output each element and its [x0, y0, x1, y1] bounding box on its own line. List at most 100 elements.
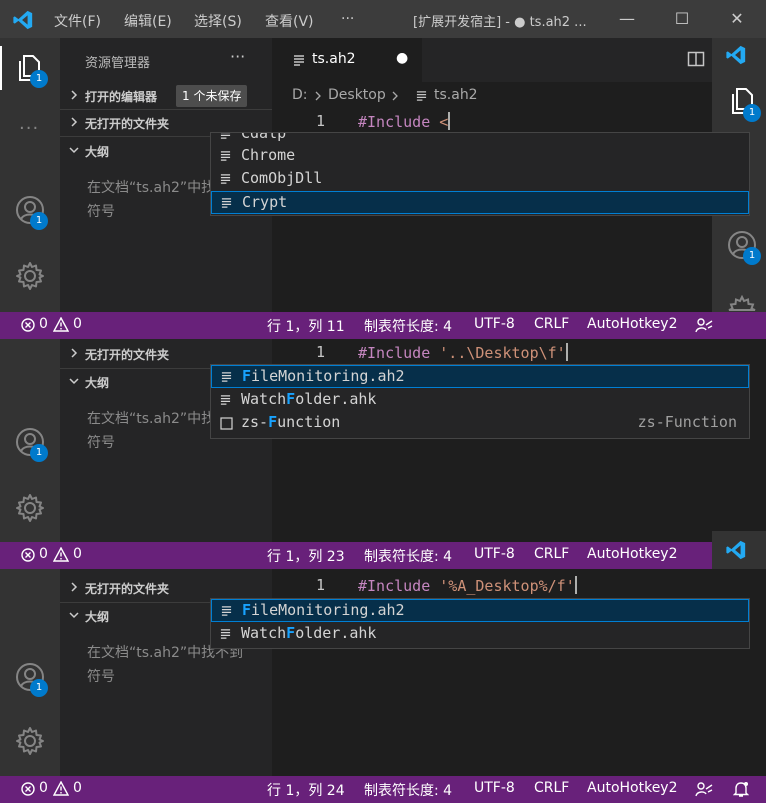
activity-accounts[interactable]: 1 — [0, 420, 60, 464]
activity-bar: 1 ··· 1 — [0, 38, 60, 312]
code-line[interactable]: #Include '..\Desktop\f' — [358, 343, 568, 362]
breadcrumb-drive[interactable]: D: — [292, 87, 308, 103]
suggest-item[interactable]: zs-Function zs-Function — [211, 412, 749, 435]
eol[interactable]: CRLF — [534, 546, 569, 562]
breadcrumb-folder[interactable]: Desktop — [328, 87, 386, 103]
section-open-editors[interactable]: 打开的编辑器 1 个未保存 — [60, 84, 272, 108]
activity-accounts[interactable]: 1 — [0, 655, 60, 699]
activity-settings[interactable] — [0, 719, 60, 763]
line-number: 1 — [316, 343, 326, 361]
suggest-item-selected[interactable]: FileMonitoring.ah2 — [211, 365, 749, 388]
section-label: 无打开的文件夹 — [85, 348, 170, 362]
warning-count[interactable]: 0 — [73, 316, 82, 332]
activity-settings[interactable] — [0, 254, 60, 298]
encoding[interactable]: UTF-8 — [474, 780, 515, 796]
warning-count[interactable]: 0 — [73, 546, 82, 562]
encoding[interactable]: UTF-8 — [474, 546, 515, 562]
error-icon[interactable] — [21, 548, 35, 562]
suggest-item[interactable]: WatchFolder.ahk — [211, 389, 749, 412]
error-count[interactable]: 0 — [39, 780, 48, 796]
cursor-position[interactable]: 行 1，列 11 — [267, 316, 345, 336]
code-line[interactable]: #Include < — [358, 112, 451, 131]
suggest-item[interactable]: WatchFolder.ahk — [211, 623, 749, 646]
tab-size[interactable]: 制表符长度: 4 — [364, 546, 452, 566]
section-label: 无打开的文件夹 — [85, 582, 170, 596]
activity-explorer[interactable]: 1 — [0, 46, 60, 90]
suggest-item-selected[interactable]: Crypt — [211, 191, 749, 214]
cursor-position[interactable]: 行 1，列 23 — [267, 546, 345, 566]
feedback-icon[interactable] — [695, 317, 713, 334]
section-label: 打开的编辑器 — [85, 90, 158, 104]
menu-selection[interactable]: 选择(S) — [194, 11, 242, 31]
file-lines-icon — [294, 55, 304, 66]
warning-icon[interactable] — [53, 781, 69, 796]
status-bar: 0 0 行 1，列 24 制表符长度: 4 UTF-8 CRLF AutoHot… — [0, 776, 766, 803]
feedback-icon[interactable] — [695, 781, 713, 798]
gear-icon[interactable] — [727, 295, 757, 312]
activity-settings[interactable] — [0, 486, 60, 530]
file-lines-icon — [416, 91, 427, 101]
menu-view[interactable]: 查看(V) — [265, 11, 314, 31]
menu-more[interactable]: ··· — [341, 11, 354, 27]
error-icon[interactable] — [21, 782, 35, 796]
close-button[interactable]: ✕ — [722, 6, 752, 32]
warning-count[interactable]: 0 — [73, 780, 82, 796]
menu-edit[interactable]: 编辑(E) — [124, 11, 172, 31]
text-cursor — [565, 343, 568, 361]
language-mode[interactable]: AutoHotkey2 — [587, 546, 678, 562]
code-line[interactable]: #Include '%A_Desktop%/f' — [358, 576, 577, 595]
status-bar: 0 0 行 1，列 23 制表符长度: 4 UTF-8 CRLF AutoHot… — [0, 542, 766, 569]
include-argument: '..\Desktop\f' — [430, 344, 566, 362]
split-editor-icon[interactable] — [687, 50, 705, 68]
section-label: 大纲 — [85, 376, 110, 390]
error-count[interactable]: 0 — [39, 316, 48, 332]
chevron-down-icon — [69, 147, 79, 154]
suggest-label: FileMonitoring.ah2 — [242, 367, 405, 385]
section-no-folder[interactable]: 无打开的文件夹 — [60, 576, 272, 600]
status-bar: 0 0 行 1，列 11 制表符长度: 4 UTF-8 CRLF AutoHot… — [0, 312, 766, 339]
text-icon — [220, 133, 231, 139]
sidebar-title: 资源管理器 — [85, 56, 151, 71]
chevron-right-icon — [71, 117, 78, 127]
eol[interactable]: CRLF — [534, 316, 569, 332]
suggest-widget: FileMonitoring.ah2 WatchFolder.ahk — [210, 598, 750, 649]
menu-file[interactable]: 文件(F) — [54, 11, 101, 31]
tab-size[interactable]: 制表符长度: 4 — [364, 780, 452, 800]
suggest-item[interactable]: Chrome — [211, 145, 749, 168]
text-icon — [220, 629, 231, 639]
error-count[interactable]: 0 — [39, 546, 48, 562]
line-number: 1 — [316, 576, 326, 594]
chevron-right-icon — [71, 348, 78, 358]
activity-bar: 1 — [0, 339, 60, 542]
encoding[interactable]: UTF-8 — [474, 316, 515, 332]
activity-bar: 1 — [0, 569, 60, 776]
bell-icon[interactable] — [733, 781, 749, 798]
accounts-badge: 1 — [30, 679, 48, 697]
error-icon[interactable] — [21, 318, 35, 332]
maximize-button[interactable]: ☐ — [667, 6, 697, 32]
breadcrumb-file[interactable]: ts.ah2 — [434, 87, 478, 103]
chevron-right-icon — [392, 91, 398, 101]
minimize-button[interactable]: — — [612, 6, 642, 32]
include-argument: '%A_Desktop%/f' — [430, 577, 575, 595]
cursor-position[interactable]: 行 1，列 24 — [267, 780, 345, 800]
suggest-widget: FileMonitoring.ah2 WatchFolder.ahk zs-Fu… — [210, 364, 750, 439]
eol[interactable]: CRLF — [534, 780, 569, 796]
warning-icon[interactable] — [53, 317, 69, 332]
dirty-indicator[interactable]: ● — [396, 50, 408, 66]
language-mode[interactable]: AutoHotkey2 — [587, 780, 678, 796]
more-icon[interactable]: ··· — [19, 118, 39, 139]
language-mode[interactable]: AutoHotkey2 — [587, 316, 678, 332]
suggest-item[interactable]: Cdalp — [211, 133, 749, 146]
sidebar-more-icon[interactable]: ··· — [230, 47, 245, 66]
section-label: 无打开的文件夹 — [85, 117, 170, 131]
suggest-item-selected[interactable]: FileMonitoring.ah2 — [211, 599, 749, 622]
section-no-folder[interactable]: 无打开的文件夹 — [60, 342, 272, 366]
tab-size[interactable]: 制表符长度: 4 — [364, 316, 452, 336]
warning-icon[interactable] — [53, 547, 69, 562]
unsaved-badge: 1 个未保存 — [176, 85, 248, 107]
suggest-item[interactable]: ComObjDll — [211, 168, 749, 191]
tab-ts-ah2[interactable]: ts.ah2 ● — [272, 38, 422, 82]
activity-accounts[interactable]: 1 — [0, 188, 60, 232]
section-label: 大纲 — [85, 610, 110, 624]
